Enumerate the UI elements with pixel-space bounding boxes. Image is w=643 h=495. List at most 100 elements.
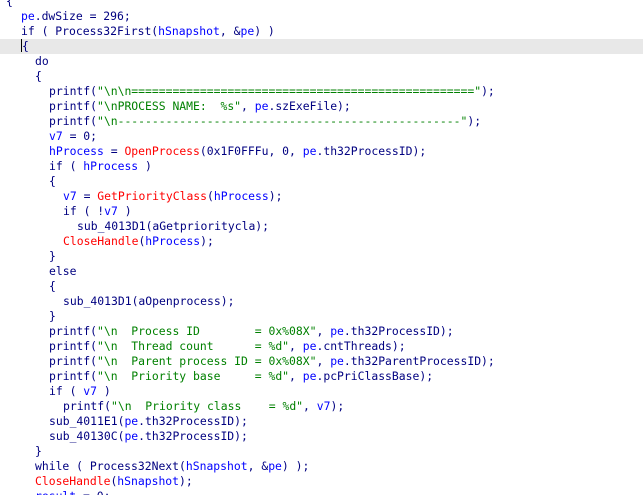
code-line[interactable]: if ( v7 ): [0, 384, 643, 399]
code-token-var: v7: [83, 384, 98, 398]
code-line[interactable]: sub_4013D1(aGetprioritycla);: [0, 219, 643, 234]
code-line[interactable]: result = 0;: [0, 489, 643, 495]
code-line[interactable]: pe.dwSize = 296;: [0, 9, 643, 24]
code-line[interactable]: printf("\n------------------------------…: [0, 114, 643, 129]
code-token-var: v7: [316, 399, 331, 413]
code-line[interactable]: }: [0, 249, 643, 264]
code-token-plain: {: [35, 69, 42, 83]
current-code-line[interactable]: {: [0, 39, 643, 54]
code-token-plain: (0x1F0FFFu, 0,: [199, 144, 303, 158]
code-token-plain: else: [49, 264, 77, 278]
code-token-plain: .szExeFile);: [268, 99, 351, 113]
code-token-plain: sub_40130C(: [49, 429, 125, 443]
code-token-str: "\n Priority base = %d": [97, 369, 290, 383]
code-line[interactable]: CloseHandle(hSnapshot);: [0, 474, 643, 489]
code-token-plain: , &: [247, 459, 269, 473]
code-line[interactable]: while ( Process32Next(hSnapshot, &pe) );: [0, 459, 643, 474]
code-token-var: pe: [302, 144, 317, 158]
pseudocode-view[interactable]: {pe.dwSize = 296; if ( Process32First(hSn…: [0, 0, 643, 495]
code-token-fn: CloseHandle: [35, 474, 111, 488]
code-token-plain: );: [330, 399, 345, 413]
code-line[interactable]: printf("\n Priority base = %d", pe.pcPri…: [0, 369, 643, 384]
code-line[interactable]: }: [0, 309, 643, 324]
code-token-str: "\n Parent process ID = 0x%08X": [97, 354, 317, 368]
code-token-plain: );: [268, 189, 283, 203]
code-token-plain: if ( Process32First(: [21, 24, 159, 38]
code-token-plain: if ( !: [63, 204, 105, 218]
code-token-plain: = 0;: [76, 489, 110, 495]
code-token-plain: .dwSize = 296;: [34, 9, 131, 23]
code-line[interactable]: v7 = 0;: [0, 129, 643, 144]
code-token-plain: printf(: [49, 114, 98, 128]
code-token-var: v7: [49, 129, 63, 143]
code-line[interactable]: hProcess = OpenProcess(0x1F0FFFu, 0, pe.…: [0, 144, 643, 159]
code-token-var: pe: [240, 24, 255, 38]
code-token-plain: ) ): [254, 24, 275, 38]
code-line[interactable]: if ( hProcess ): [0, 159, 643, 174]
code-token-plain: sub_4011E1(: [49, 414, 125, 428]
code-token-plain: if (: [49, 384, 84, 398]
code-token-plain: ): [97, 384, 111, 398]
code-line[interactable]: printf("\nPROCESS NAME: %s", pe.szExeFil…: [0, 99, 643, 114]
code-token-plain: .th32ProcessID);: [138, 414, 248, 428]
code-line[interactable]: sub_4013D1(aOpenprocess);: [0, 294, 643, 309]
code-token-plain: printf(: [63, 399, 112, 413]
code-token-fn: CloseHandle: [63, 234, 139, 248]
code-token-plain: .th32ParentProcessID);: [343, 354, 495, 368]
code-token-str: "\n-------------------------------------…: [97, 114, 468, 128]
code-line[interactable]: {: [0, 174, 643, 189]
code-token-plain: ): [138, 159, 152, 173]
code-line[interactable]: }: [0, 444, 643, 459]
code-line[interactable]: else: [0, 264, 643, 279]
code-token-plain: printf(: [49, 324, 98, 338]
code-token-plain: ,: [316, 354, 331, 368]
code-token-var: hProcess: [213, 189, 269, 203]
code-token-plain: }: [35, 444, 42, 458]
code-token-str: "\n Process ID = 0x%08X": [97, 324, 317, 338]
code-line[interactable]: sub_4011E1(pe.th32ProcessID);: [0, 414, 643, 429]
code-token-plain: );: [179, 474, 193, 488]
code-token-fn: GetPriorityClass: [97, 189, 208, 203]
code-token-var: pe: [268, 459, 282, 473]
code-token-plain: sub_4013D1(aOpenprocess);: [63, 294, 235, 308]
code-token-plain: = 0;: [62, 129, 98, 143]
code-line[interactable]: {: [0, 69, 643, 84]
code-token-var: pe: [254, 99, 269, 113]
code-token-var: result: [35, 489, 76, 495]
code-token-plain: printf(: [49, 369, 98, 383]
code-token-var: hSnapshot: [185, 459, 248, 473]
code-line[interactable]: printf("\n\n============================…: [0, 84, 643, 99]
code-token-plain: ,: [241, 99, 255, 113]
code-line[interactable]: printf("\n Parent process ID = 0x%08X", …: [0, 354, 643, 369]
code-token-var: hSnapshot: [158, 24, 220, 38]
code-line[interactable]: printf("\n Priority class = %d", v7);: [0, 399, 643, 414]
code-token-plain: .th32ProcessID);: [343, 324, 454, 338]
code-token-plain: .th32ProcessID);: [138, 429, 248, 443]
code-line[interactable]: CloseHandle(hProcess);: [0, 234, 643, 249]
code-line[interactable]: printf("\n Process ID = 0x%08X", pe.th32…: [0, 324, 643, 339]
code-token-plain: printf(: [49, 354, 98, 368]
code-line[interactable]: {: [0, 0, 643, 9]
code-line[interactable]: if ( !v7 ): [0, 204, 643, 219]
code-token-plain: , &: [219, 24, 241, 38]
code-line[interactable]: sub_40130C(pe.th32ProcessID);: [0, 429, 643, 444]
code-token-plain: .th32ProcessID);: [316, 144, 427, 158]
code-line[interactable]: do: [0, 54, 643, 69]
code-token-plain: }: [49, 249, 56, 263]
code-token-plain: do: [35, 54, 49, 68]
code-token-plain: );: [200, 234, 214, 248]
code-line[interactable]: if ( Process32First(hSnapshot, &pe) ): [0, 24, 643, 39]
code-token-plain: printf(: [49, 84, 98, 98]
code-token-plain: printf(: [49, 339, 98, 353]
code-token-var: hProcess: [145, 234, 201, 248]
code-token-str: "\nPROCESS NAME: %s": [97, 99, 242, 113]
code-line[interactable]: {: [0, 279, 643, 294]
code-token-var: pe: [330, 354, 344, 368]
code-token-plain: sub_4013D1(aGetprioritycla);: [77, 219, 270, 233]
code-token-str: "\n\n===================================…: [97, 84, 482, 98]
code-line[interactable]: v7 = GetPriorityClass(hProcess);: [0, 189, 643, 204]
code-line[interactable]: printf("\n Thread count = %d", pe.cntThr…: [0, 339, 643, 354]
code-token-plain: if (: [49, 159, 84, 173]
code-token-plain: =: [76, 189, 98, 203]
code-token-plain: (: [207, 189, 214, 203]
